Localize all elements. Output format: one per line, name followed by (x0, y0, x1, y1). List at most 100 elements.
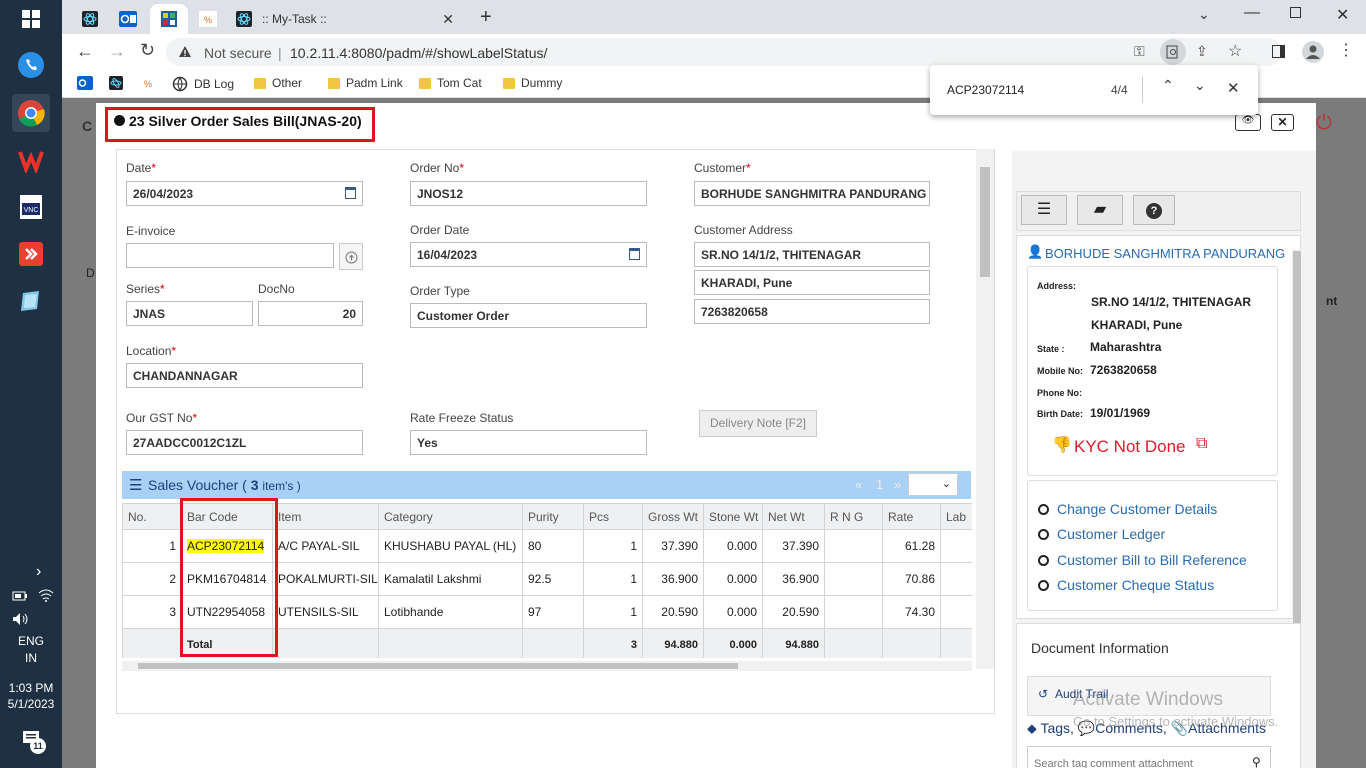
grid-horizontal-scrollbar[interactable] (122, 661, 972, 671)
tag-search-input[interactable] (1034, 758, 1234, 768)
bookmark-padm-link[interactable]: Padm Link (328, 76, 403, 90)
customer-input[interactable]: BORHUDE SANGHMITRA PANDURANG (694, 181, 930, 206)
order-type-input[interactable]: Customer Order (410, 303, 647, 328)
tab-search-chevron-icon[interactable]: ⌄ (1198, 6, 1210, 23)
address-line1-input[interactable]: SR.NO 14/1/2, THITENAGAR (694, 242, 930, 267)
taskbar-app-vnc[interactable]: VNC (12, 188, 50, 226)
bookmark-react[interactable] (109, 76, 123, 90)
menu-kebab-icon[interactable]: ⋮ (1338, 40, 1354, 60)
col-header[interactable]: No. (122, 503, 182, 530)
external-link-icon[interactable]: ⧉ (1196, 435, 1207, 453)
col-header[interactable]: Category (378, 503, 523, 530)
customer-ledger-link[interactable]: Customer Ledger (1038, 526, 1165, 542)
phone-input[interactable]: 7263820658 (694, 299, 930, 324)
date-input[interactable]: 26/04/2023 (126, 181, 363, 206)
taskbar-app-chrome[interactable] (12, 94, 50, 132)
bookmark-dummy[interactable]: Dummy (503, 76, 562, 90)
taskbar-app-phone[interactable] (12, 46, 50, 84)
reload-icon[interactable]: ↻ (140, 40, 155, 61)
series-input[interactable]: JNAS (126, 301, 253, 326)
col-header[interactable]: Stone Wt (703, 503, 763, 530)
bookmark-db-log[interactable]: DB Log (172, 76, 234, 92)
bookmark-outlook[interactable] (77, 76, 93, 90)
book-button[interactable]: ▰ (1077, 195, 1123, 225)
scrollbar-thumb[interactable] (138, 663, 738, 669)
search-icon[interactable]: ⚲ (1252, 755, 1261, 768)
order-no-input[interactable]: JNOS12 (410, 181, 647, 206)
tags-link[interactable]: Tags, (1040, 720, 1073, 736)
bookmark-other[interactable]: Other (254, 76, 302, 90)
side-panel-icon[interactable] (1272, 45, 1285, 58)
address-line2-input[interactable]: KHARADI, Pune (694, 270, 930, 295)
chevron-right-icon[interactable]: › (36, 563, 41, 581)
start-button[interactable] (12, 0, 50, 38)
battery-icon[interactable] (12, 590, 28, 605)
upload-button[interactable] (339, 243, 363, 270)
tab-active-app[interactable] (150, 4, 188, 34)
einvoice-input[interactable] (126, 243, 334, 268)
taskbar-app-remote[interactable] (12, 282, 50, 320)
help-button[interactable]: ? (1133, 195, 1175, 225)
col-header[interactable]: Rate (882, 503, 941, 530)
tag-search-box[interactable]: ⚲ (1027, 746, 1271, 768)
taskbar-app-wps[interactable] (12, 141, 50, 179)
power-icon[interactable]: ⏻ (1316, 112, 1332, 135)
location-input[interactable]: CHANDANNAGAR (126, 363, 363, 388)
next-page-link[interactable]: » (894, 477, 901, 492)
side-scrollbar[interactable] (1292, 249, 1302, 629)
clock-date[interactable]: 5/1/2023 (0, 697, 62, 711)
customer-name[interactable]: BORHUDE SANGHMITRA PANDURANG (1045, 246, 1285, 261)
close-modal-icon[interactable]: ✕ (1271, 114, 1294, 131)
eye-slash-icon[interactable]: 👁 (1235, 114, 1261, 131)
bookmark-app[interactable]: % (141, 76, 155, 90)
scrollbar-thumb[interactable] (980, 167, 990, 277)
speaker-icon[interactable] (12, 612, 30, 629)
wifi-icon[interactable] (38, 588, 54, 605)
profile-avatar-icon[interactable] (1302, 41, 1324, 63)
col-header[interactable]: Pcs (583, 503, 643, 530)
page-number[interactable]: 1 (876, 477, 883, 492)
col-header[interactable]: Purity (522, 503, 584, 530)
taskbar-app-anydesk[interactable] (12, 235, 50, 273)
col-header[interactable]: Item (272, 503, 379, 530)
find-icon[interactable] (1160, 39, 1186, 65)
omnibox[interactable]: Not secure | 10.2.11.4:8080/padm/#/showL… (166, 38, 1282, 66)
form-scrollbar[interactable] (976, 149, 994, 669)
clock-time[interactable]: 1:03 PM (0, 681, 62, 695)
prev-page-link[interactable]: « (855, 477, 862, 492)
tab-react-app[interactable] (76, 4, 104, 34)
order-date-input[interactable]: 16/04/2023 (410, 242, 647, 267)
close-window-icon[interactable]: ✕ (1336, 5, 1349, 25)
back-icon[interactable]: ← (76, 41, 94, 62)
minimize-icon[interactable]: — (1244, 4, 1260, 22)
col-header[interactable]: Lab (940, 503, 972, 530)
find-next-icon[interactable]: ⌄ (1194, 77, 1206, 94)
close-find-icon[interactable]: ✕ (1227, 79, 1240, 97)
find-query[interactable]: ACP23072114 (947, 83, 1024, 97)
docno-input[interactable]: 20 (258, 301, 363, 326)
tab-outlook[interactable] (114, 4, 142, 34)
language-indicator[interactable]: ENG (0, 634, 62, 648)
page-size-select[interactable]: ⌄ (908, 473, 958, 496)
tab-pinned-app[interactable]: % (194, 4, 222, 34)
kyc-status-link[interactable]: KYC Not Done (1074, 437, 1186, 457)
rate-freeze-input[interactable]: Yes (410, 430, 647, 455)
bill-reference-link[interactable]: Customer Bill to Bill Reference (1038, 552, 1247, 568)
delivery-note-button[interactable]: Delivery Note [F2] (699, 410, 817, 437)
bookmark-star-icon[interactable]: ☆ (1228, 41, 1242, 61)
gst-input[interactable]: 27AADCC0012C1ZL (126, 430, 363, 455)
bookmark-tom-cat[interactable]: Tom Cat (419, 76, 482, 90)
share-icon[interactable]: ⇪ (1196, 43, 1208, 60)
change-customer-link[interactable]: Change Customer Details (1038, 501, 1217, 517)
forward-icon[interactable]: → (108, 41, 126, 62)
tab-my-task[interactable]: :: My-Task :: ✕ (226, 4, 462, 34)
find-previous-icon[interactable]: ⌃ (1162, 77, 1174, 94)
key-icon[interactable]: ⚿ (1134, 43, 1145, 60)
list-view-button[interactable]: ☰ (1021, 195, 1067, 225)
restore-icon[interactable] (1290, 7, 1301, 18)
new-tab-icon[interactable]: + (480, 6, 492, 29)
col-header[interactable]: Net Wt (762, 503, 825, 530)
col-header[interactable]: Gross Wt (642, 503, 704, 530)
cheque-status-link[interactable]: Customer Cheque Status (1038, 577, 1214, 593)
col-header[interactable]: R N G (824, 503, 883, 530)
